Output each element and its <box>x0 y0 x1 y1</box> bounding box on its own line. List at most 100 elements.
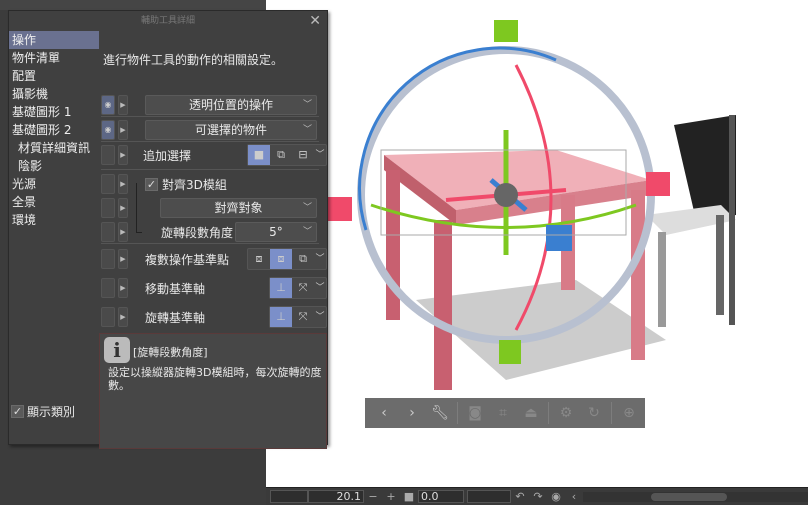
expand-arrow-icon[interactable]: ▶ <box>118 174 128 194</box>
expand-arrow-icon[interactable]: ▶ <box>118 249 128 269</box>
rotation-step-label: 旋轉段數角度 <box>161 226 234 240</box>
wrench-icon[interactable]: 🔧︎ <box>429 405 451 421</box>
chevron-down-icon[interactable]: ﹀ <box>314 145 326 165</box>
category-light[interactable]: 光源 <box>9 175 99 193</box>
category-primitive-2[interactable]: 基礎圖形 2 <box>9 121 99 139</box>
chevron-down-icon: ﹀ <box>302 227 312 237</box>
snap-target-dropdown[interactable]: 對齊對象 ﹀ <box>160 198 317 218</box>
zoom-in-icon[interactable]: + <box>382 490 400 503</box>
category-material-details[interactable]: 材質詳細資訊 <box>9 139 99 157</box>
eye-icon[interactable]: ◉ <box>101 120 115 140</box>
rotate-reset-icon[interactable]: ↻ <box>583 405 605 421</box>
category-placement[interactable]: 配置 <box>9 67 99 85</box>
category-camera[interactable]: 攝影機 <box>9 85 99 103</box>
transparent-op-dropdown[interactable]: 透明位置的操作 ﹀ <box>145 95 317 115</box>
checkbox-checked-icon[interactable]: ✓ <box>11 405 24 418</box>
snap-3d-label: 對齊3D模組 <box>162 178 227 192</box>
next-icon[interactable]: › <box>401 405 423 421</box>
setting-row: ◉ ▶ 透明位置的操作 ﹀ <box>101 93 319 117</box>
category-environment[interactable]: 環境 <box>9 211 99 229</box>
chair[interactable] <box>646 115 736 327</box>
reset-rotation-icon[interactable]: ◉ <box>547 490 565 503</box>
rotation-step-dropdown[interactable]: 5° ﹀ <box>235 222 317 242</box>
add-selection-modes: ■ ⧉ ⊟ ﹀ <box>247 144 327 166</box>
new-selection-icon[interactable]: ■ <box>248 145 270 165</box>
setting-row: ▶ 追加選擇 ■ ⧉ ⊟ ﹀ <box>101 143 327 170</box>
expand-arrow-icon[interactable]: ▶ <box>118 278 128 298</box>
eye-slot[interactable] <box>101 174 115 194</box>
eye-slot[interactable] <box>101 198 115 218</box>
show-categories-checkbox[interactable]: ✓ 顯示類別 <box>11 403 75 420</box>
fit-view-icon[interactable]: ⌗ <box>492 405 514 421</box>
dropdown-value: 可選擇的物件 <box>194 123 267 137</box>
expand-arrow-icon[interactable]: ▶ <box>118 307 128 327</box>
dialog-title: 輔助工具詳細 <box>140 16 195 26</box>
category-primitive-1[interactable]: 基礎圖形 1 <box>9 103 99 121</box>
menu-strip <box>0 0 266 10</box>
setting-row: ◉ ▶ 可選擇的物件 ﹀ <box>101 118 319 142</box>
selectable-objects-dropdown[interactable]: 可選擇的物件 ﹀ <box>145 120 317 140</box>
3d-floating-toolbar: ‹ › 🔧︎ ◙ ⌗ ⏏ ⚙ ↻ ⊕ <box>365 398 645 428</box>
chevron-down-icon: ﹀ <box>302 203 312 213</box>
rotate-right-icon[interactable]: ↷ <box>529 490 547 503</box>
pivot-bounds-icon[interactable]: ⧉ <box>292 249 314 269</box>
close-button[interactable]: ✕ <box>309 11 321 31</box>
navigator-thumb[interactable] <box>270 490 308 503</box>
pivot-individual-icon[interactable]: ⧈ <box>248 249 270 269</box>
category-panorama[interactable]: 全景 <box>9 193 99 211</box>
category-operation[interactable]: 操作 <box>9 31 99 49</box>
zoom-out-icon[interactable]: − <box>364 490 382 503</box>
expand-arrow-icon[interactable]: ▶ <box>118 145 128 165</box>
expand-arrow-icon[interactable]: ▶ <box>118 198 128 218</box>
chevron-down-icon[interactable]: ﹀ <box>314 249 326 269</box>
snap-3d-checkbox[interactable]: ✓ 對齊3D模組 <box>145 176 227 193</box>
add-selection-label: 追加選擇 <box>143 149 192 163</box>
checkbox-checked-icon[interactable]: ✓ <box>145 178 158 191</box>
dropdown-value: 5° <box>269 225 283 239</box>
local-axis-icon[interactable]: ⤧ <box>292 278 314 298</box>
horizontal-scrollbar[interactable] <box>583 491 808 502</box>
expand-arrow-icon[interactable]: ▶ <box>118 222 128 242</box>
fit-icon[interactable]: ■ <box>400 490 418 503</box>
zoom-field[interactable]: 20.1 <box>308 490 364 503</box>
pose-icon[interactable]: ⚙ <box>555 405 577 421</box>
subtract-selection-icon[interactable]: ⊟ <box>292 145 314 165</box>
pivot-center-icon[interactable]: ⧈ <box>270 249 292 269</box>
eye-icon[interactable]: ◉ <box>101 95 115 115</box>
chevron-down-icon[interactable]: ﹀ <box>314 278 326 298</box>
category-shadow[interactable]: 陰影 <box>9 157 99 175</box>
expand-arrow-icon[interactable]: ▶ <box>118 95 128 115</box>
rotate-left-icon[interactable]: ↶ <box>511 490 529 503</box>
previous-icon[interactable]: ‹ <box>373 405 395 421</box>
add-globe-icon[interactable]: ⊕ <box>618 405 640 421</box>
chevron-down-icon[interactable]: ﹀ <box>314 307 326 327</box>
move-axis-label: 移動基準軸 <box>145 282 206 296</box>
eye-slot[interactable] <box>101 249 115 269</box>
angle-slider[interactable] <box>467 490 511 503</box>
expand-arrow-icon[interactable]: ▶ <box>118 120 128 140</box>
divider <box>611 402 612 424</box>
world-axis-icon[interactable]: ⊥ <box>270 307 292 327</box>
eye-slot[interactable] <box>101 278 115 298</box>
add-selection-icon[interactable]: ⧉ <box>270 145 292 165</box>
world-axis-icon[interactable]: ⊥ <box>270 278 292 298</box>
eye-slot[interactable] <box>101 145 115 165</box>
eye-slot[interactable] <box>101 222 115 242</box>
eye-slot[interactable] <box>101 307 115 327</box>
category-object-list[interactable]: 物件清單 <box>9 49 99 67</box>
info-box: i [旋轉段數角度] 設定以操縱器旋轉3D模組時，每次旋轉的度數。 <box>99 333 327 449</box>
dialog-titlebar[interactable]: 輔助工具詳細 ✕ <box>9 11 327 31</box>
divider <box>457 402 458 424</box>
scrollbar-thumb[interactable] <box>651 492 727 501</box>
angle-field[interactable]: 0.0 <box>418 490 464 503</box>
category-list: 操作 物件清單 配置 攝影機 基礎圖形 1 基礎圖形 2 材質詳細資訊 陰影 光… <box>9 31 99 426</box>
setting-row: ▶ 移動基準軸 ⊥ ⤧ ﹀ <box>101 276 327 303</box>
setting-row: ▶ 旋轉基準軸 ⊥ ⤧ ﹀ <box>101 305 327 332</box>
show-categories-label: 顯示類別 <box>27 405 76 419</box>
rotate-axis-label: 旋轉基準軸 <box>145 311 206 325</box>
scroll-left-icon[interactable]: ‹ <box>565 490 583 503</box>
camera-icon[interactable]: ◙ <box>464 405 486 421</box>
settings-panel: 進行物件工具的動作的相關設定。 ◉ ▶ 透明位置的操作 ﹀ ◉ ▶ 可選擇的物件 ﹀ ▶… <box>99 31 327 449</box>
ground-icon[interactable]: ⏏ <box>520 405 542 421</box>
local-axis-icon[interactable]: ⤧ <box>292 307 314 327</box>
